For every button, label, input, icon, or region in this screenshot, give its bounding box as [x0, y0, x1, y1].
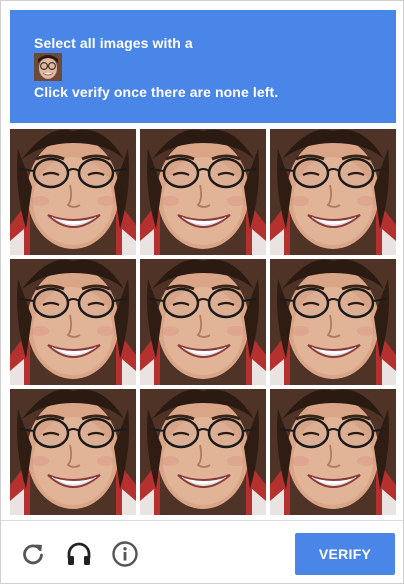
- grid-tile-5[interactable]: [140, 259, 266, 385]
- face-image: [140, 259, 266, 385]
- face-image: [140, 129, 266, 255]
- grid-tile-1[interactable]: [10, 129, 136, 255]
- face-image: [270, 389, 396, 515]
- verify-button[interactable]: VERIFY: [295, 533, 395, 575]
- grid-tile-3[interactable]: [270, 129, 396, 255]
- face-image: [270, 129, 396, 255]
- footer-divider: [1, 520, 403, 521]
- footer-toolbar: [19, 539, 139, 569]
- reload-icon[interactable]: [19, 540, 47, 568]
- captcha-challenge: Select all images with a Click verify on…: [0, 0, 404, 584]
- grid-tile-2[interactable]: [140, 129, 266, 255]
- grid-tile-4[interactable]: [10, 259, 136, 385]
- grid-tile-8[interactable]: [140, 389, 266, 515]
- grid-tile-9[interactable]: [270, 389, 396, 515]
- info-icon[interactable]: [111, 540, 139, 568]
- grid-tile-6[interactable]: [270, 259, 396, 385]
- instruction-subtext: Click verify once there are none left.: [34, 84, 279, 100]
- target-face-thumbnail: [34, 53, 62, 81]
- image-grid: [10, 129, 396, 515]
- face-image: [140, 389, 266, 515]
- headphones-icon[interactable]: [65, 540, 93, 568]
- instruction-banner: Select all images with a Click verify on…: [10, 10, 396, 123]
- face-image: [10, 259, 136, 385]
- grid-tile-7[interactable]: [10, 389, 136, 515]
- face-image: [10, 129, 136, 255]
- target-example-image: [34, 53, 62, 81]
- instruction-text: Select all images with a: [34, 35, 193, 51]
- face-image: [270, 259, 396, 385]
- face-image: [10, 389, 136, 515]
